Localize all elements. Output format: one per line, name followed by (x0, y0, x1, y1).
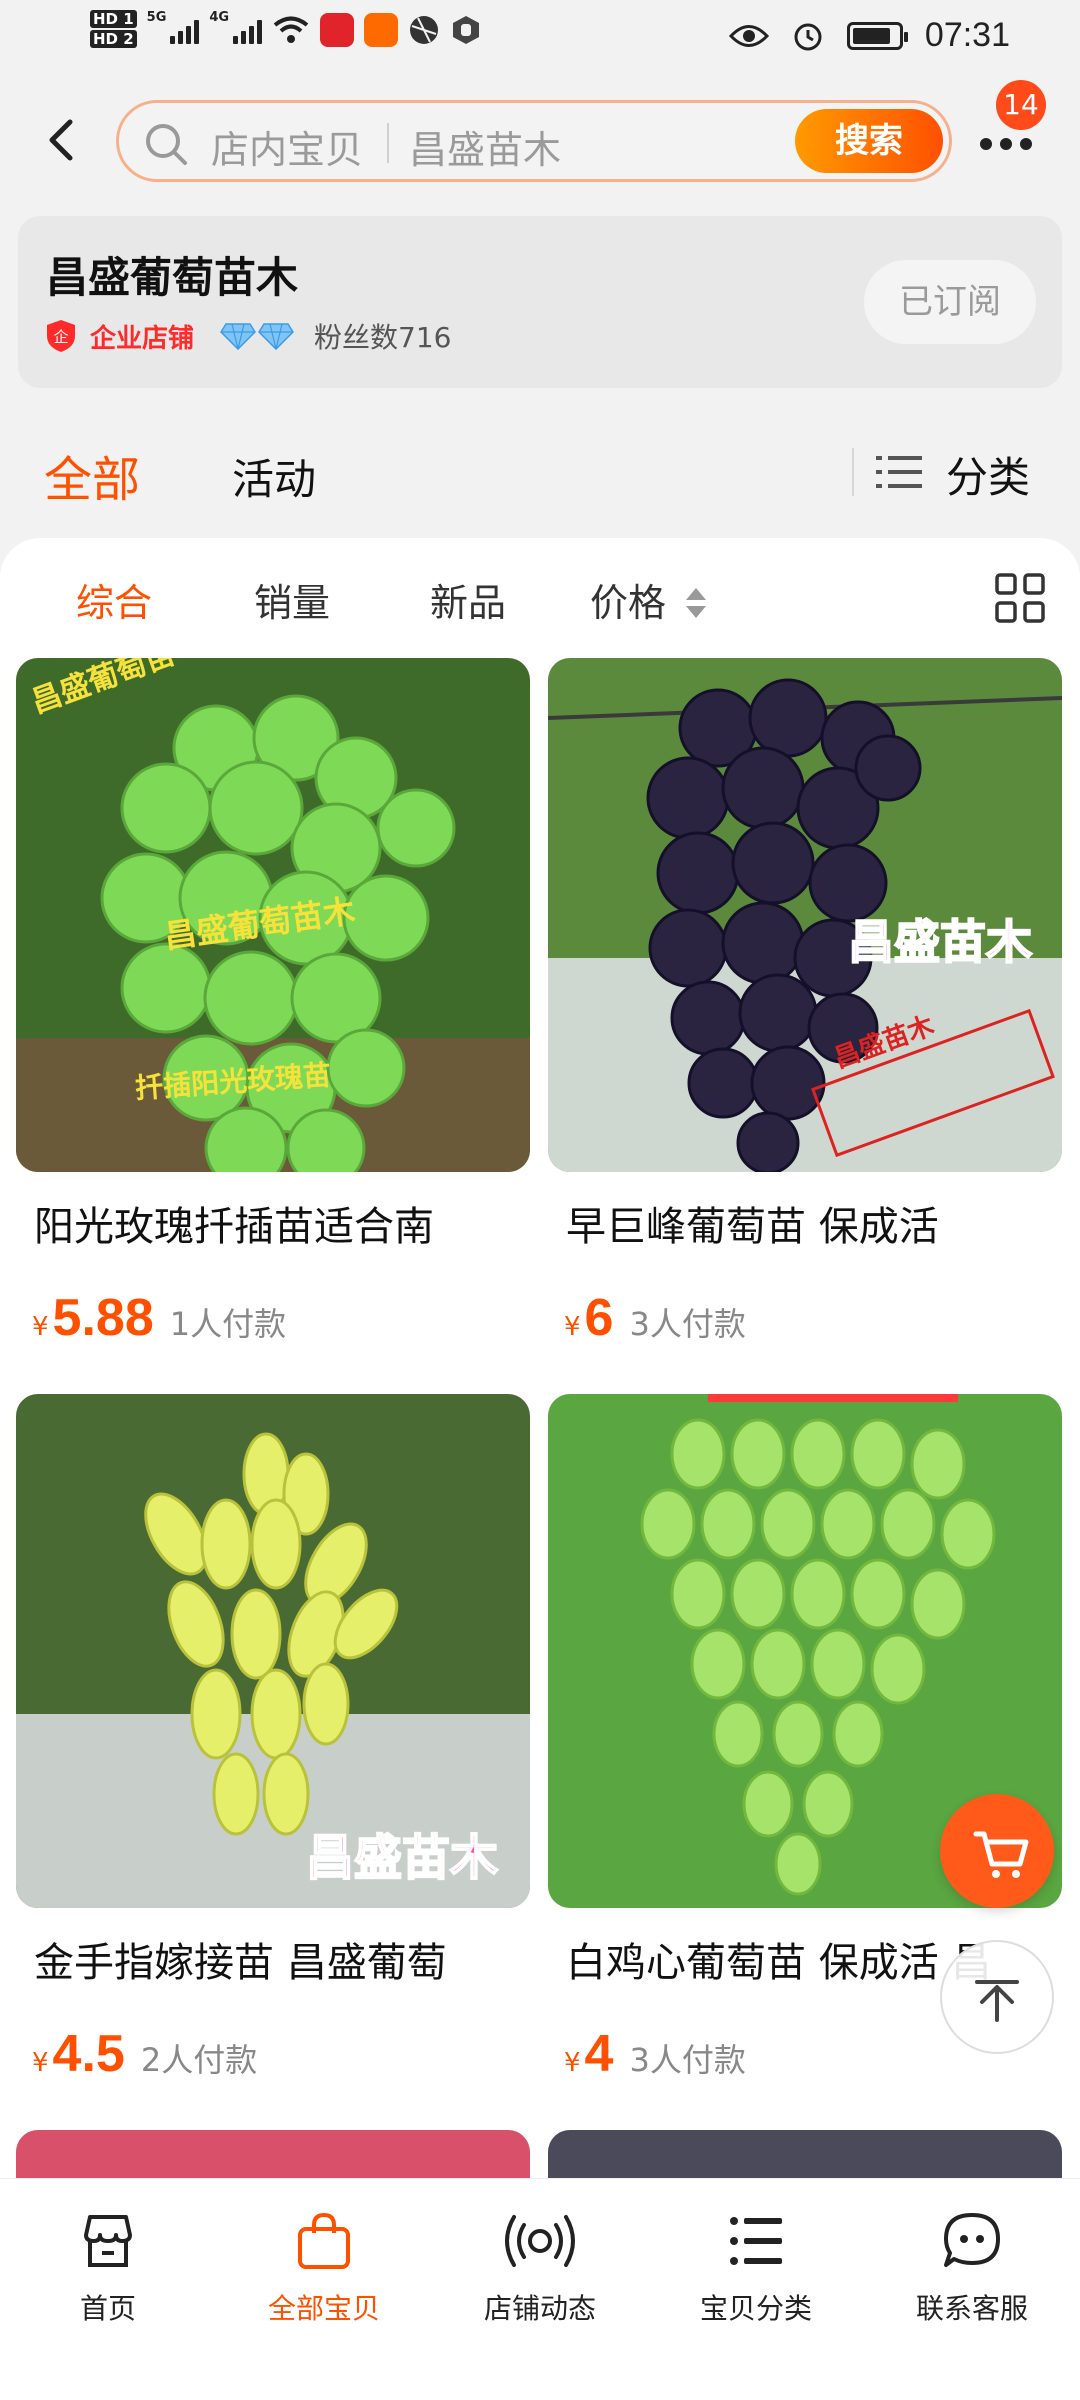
subscribe-button[interactable]: 已订阅 (864, 260, 1036, 344)
shop-name: 昌盛葡萄苗木 (46, 253, 299, 302)
signal-icon-2 (233, 16, 263, 44)
nav-all-items[interactable]: 全部宝贝 (216, 2209, 432, 2327)
search-placeholder[interactable]: 店内宝贝 (211, 119, 363, 174)
sold-count: 3人付款 (629, 1305, 746, 1343)
status-bar: HD 1 HD 2 5G 4G 07:31 (0, 0, 1080, 80)
sort-price[interactable]: 价格 (590, 572, 666, 627)
nav-home[interactable]: 首页 (0, 2209, 216, 2327)
svg-text:昌盛苗木: 昌盛苗木 (306, 1830, 498, 1886)
notification-badge: 14 (996, 80, 1046, 130)
sort-arrows-icon[interactable] (684, 586, 708, 620)
sort-comprehensive[interactable]: 综合 (76, 572, 152, 627)
product-price: ¥6 3人付款 (564, 1289, 746, 1347)
product-price: ¥4.5 2人付款 (32, 2025, 258, 2083)
grid-view-icon[interactable] (994, 572, 1046, 624)
product-card[interactable] (16, 2130, 530, 2178)
sold-count: 2人付款 (140, 2041, 258, 2079)
search-bar[interactable]: 店内宝贝 昌盛苗木 搜索 (116, 100, 952, 182)
hand-app-icon (453, 16, 480, 44)
search-shop-scope[interactable]: 昌盛苗木 (409, 119, 561, 174)
product-title[interactable]: 阳光玫瑰扦插苗适合南 (34, 1194, 524, 1252)
cart-icon (973, 1831, 1029, 1878)
product-title[interactable]: 早巨峰葡萄苗 保成活 (566, 1194, 1056, 1252)
eye-icon (728, 24, 769, 47)
taobao-app-icon (364, 13, 399, 47)
search-icon (146, 124, 187, 165)
signal-icon (170, 16, 200, 44)
network-5g-label: 5G (146, 10, 167, 25)
shopping-bag-icon (298, 2212, 350, 2269)
sort-sales[interactable]: 销量 (254, 572, 330, 627)
search-divider (387, 123, 389, 163)
enterprise-shield-icon: 企 (47, 320, 75, 352)
product-image-yellow-grapes[interactable]: 昌盛苗木 (16, 1394, 530, 1908)
nav-shop-updates[interactable]: 店铺动态 (432, 2209, 648, 2327)
battery-icon (846, 21, 908, 50)
shop-info-card[interactable]: 昌盛葡萄苗木 企 企业店铺 粉丝数716 已订阅 (18, 216, 1062, 388)
book-app-icon (320, 13, 355, 47)
list-icon (730, 2217, 782, 2265)
product-image-dark-grapes[interactable] (548, 2130, 1062, 2178)
tab-category[interactable]: 分类 (946, 444, 1030, 505)
list-icon[interactable] (876, 452, 924, 492)
diamond-level-icon (220, 322, 294, 350)
chat-bubble-icon (944, 2213, 1000, 2267)
product-list-panel: 综合 销量 新品 价格 昌盛葡萄苗 昌盛葡萄苗木 扦插阳光玫瑰苗 阳光玫瑰扦插苗… (0, 538, 1080, 2178)
tab-all[interactable]: 全部 (44, 440, 140, 510)
tab-activity[interactable]: 活动 (232, 446, 316, 507)
svg-text:企: 企 (53, 328, 68, 346)
shop-tabs: 全部 活动 分类 (0, 410, 1080, 530)
network-4g-label: 4G (209, 10, 230, 25)
bottom-navigation: 首页 全部宝贝 店铺动态 宝贝分类 联系客服 (0, 2178, 1080, 2400)
floating-cart-button[interactable] (940, 1794, 1054, 1908)
product-title[interactable]: 金手指嫁接苗 昌盛葡萄 (34, 1930, 524, 1988)
search-button[interactable]: 搜索 (795, 109, 943, 173)
clock: 07:31 (924, 16, 1010, 54)
alarm-icon (794, 23, 822, 50)
nav-customer-service[interactable]: 联系客服 (864, 2209, 1080, 2327)
enterprise-shop-label: 企业店铺 (90, 323, 195, 354)
product-image-black-grapes[interactable]: 昌盛苗木 昌盛苗木 (548, 658, 1062, 1172)
hd-indicator: HD 1 HD 2 (90, 10, 137, 50)
sold-count: 1人付款 (169, 1305, 287, 1343)
sort-new[interactable]: 新品 (430, 572, 506, 627)
more-menu-button[interactable] (976, 130, 1036, 160)
product-image-green-grapes[interactable]: 昌盛葡萄苗 昌盛葡萄苗木 扦插阳光玫瑰苗 (16, 658, 530, 1172)
nav-item-categories[interactable]: 宝贝分类 (648, 2209, 864, 2327)
header: 店内宝贝 昌盛苗木 搜索 14 (0, 80, 1080, 200)
store-icon (84, 2215, 132, 2267)
broadcast-icon (505, 2215, 575, 2267)
arrow-up-icon (975, 1980, 1019, 2022)
svg-text:昌盛苗木: 昌盛苗木 (848, 915, 1032, 969)
ball-app-icon (410, 16, 439, 44)
sold-count: 3人付款 (629, 2041, 746, 2079)
product-card[interactable] (548, 2130, 1062, 2178)
fans-count: 粉丝数716 (314, 321, 452, 354)
product-price: ¥4 3人付款 (564, 2025, 746, 2083)
product-image-red-grapes[interactable] (16, 2130, 530, 2178)
back-to-top-button[interactable] (940, 1940, 1054, 2054)
product-price: ¥5.88 1人付款 (32, 1289, 287, 1347)
back-arrow-icon[interactable] (40, 110, 84, 170)
tab-divider (852, 448, 854, 496)
wifi-icon (273, 16, 309, 43)
